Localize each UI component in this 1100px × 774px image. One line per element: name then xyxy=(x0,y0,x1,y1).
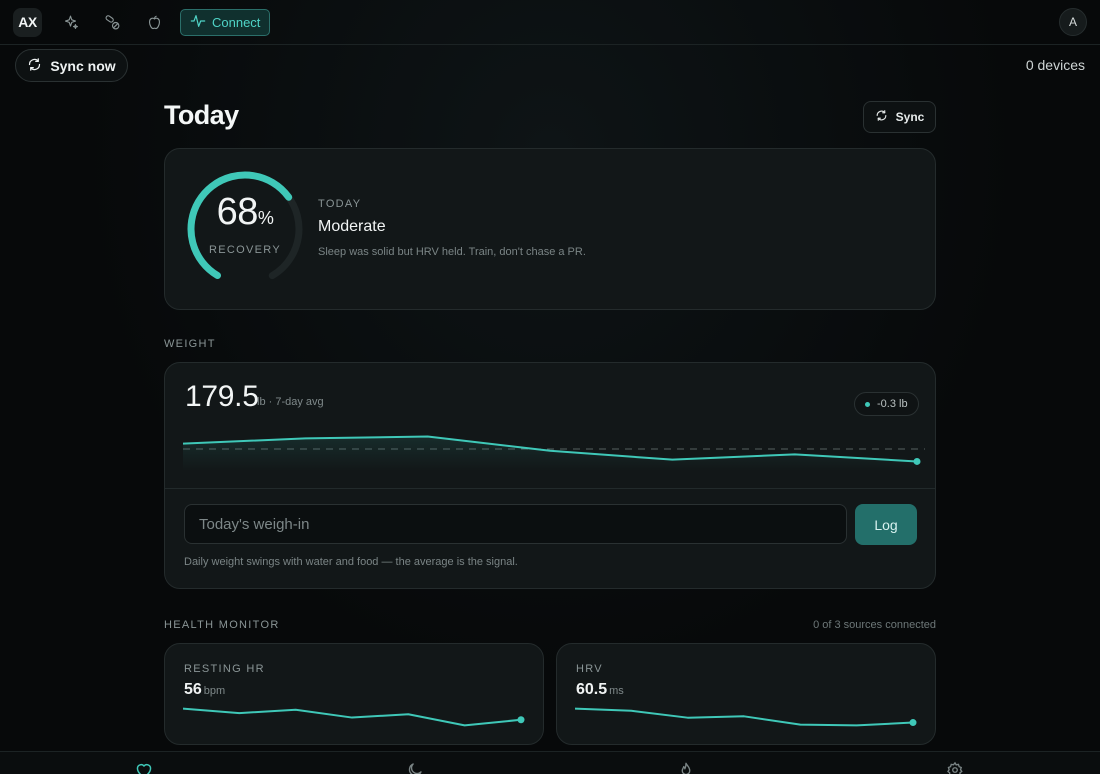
apple-icon[interactable] xyxy=(140,8,168,36)
sync-now-button[interactable]: Sync now xyxy=(15,49,128,82)
recovery-value: 68% xyxy=(216,191,274,233)
weight-card: 179.5 lb · 7-day avg -0.3 lb Log Daily w… xyxy=(164,362,936,589)
pills-icon[interactable] xyxy=(98,8,126,36)
hrv-card[interactable]: HRV 60.5 ms xyxy=(556,643,936,745)
weight-delta-badge: -0.3 lb xyxy=(854,392,919,416)
health-section-label: HEALTH MONITOR xyxy=(164,619,280,631)
weigh-in-input[interactable] xyxy=(184,504,847,544)
hrv-sparkline xyxy=(575,707,917,727)
delta-dot xyxy=(865,401,870,407)
recovery-card: 68% RECOVERY TODAY Moderate Sleep was so… xyxy=(164,148,936,310)
recovery-note: Sleep was solid but HRV held. Train, don… xyxy=(318,246,586,258)
gear-icon[interactable] xyxy=(944,761,966,774)
refresh-icon xyxy=(27,57,42,75)
bottom-tab-bar xyxy=(0,751,1100,774)
moon-icon[interactable] xyxy=(404,761,426,774)
resting-hr-card[interactable]: RESTING HR 56 bpm xyxy=(164,643,544,745)
weight-value: 179.5 xyxy=(185,380,259,413)
metric-value: 56 bpm xyxy=(184,681,226,698)
heart-icon[interactable] xyxy=(133,761,155,774)
trend-point xyxy=(909,719,917,727)
weight-trend-chart xyxy=(183,435,925,471)
trend-line xyxy=(575,707,914,727)
weight-unit: lb · 7-day avg xyxy=(257,396,324,408)
delta-value: -0.3 lb xyxy=(877,398,908,410)
divider xyxy=(165,488,935,489)
connect-button[interactable]: Connect xyxy=(180,8,271,36)
connect-label: Connect xyxy=(212,14,261,30)
devices-count: 0 devices xyxy=(1025,57,1085,73)
weight-section-label: WEIGHT xyxy=(164,338,216,350)
page-title: Today xyxy=(164,100,239,130)
metric-label: HRV xyxy=(576,663,603,675)
sync-label: Sync xyxy=(895,110,925,124)
sync-button[interactable]: Sync xyxy=(863,101,936,133)
trend-line xyxy=(183,707,522,727)
trend-area xyxy=(183,436,917,471)
sync-now-label: Sync now xyxy=(50,57,116,74)
refresh-icon xyxy=(875,109,888,125)
recovery-label: RECOVERY xyxy=(209,244,281,256)
trend-point xyxy=(517,716,525,724)
pulse-icon xyxy=(190,13,206,32)
sources-count: 0 of 3 sources connected xyxy=(813,619,936,631)
metric-value: 60.5 ms xyxy=(576,681,624,698)
sparkles-icon[interactable] xyxy=(56,8,84,36)
avatar[interactable]: A xyxy=(1059,8,1087,36)
trend-point xyxy=(913,457,921,465)
flame-icon[interactable] xyxy=(675,761,697,774)
recovery-kicker: TODAY xyxy=(318,198,362,210)
resting-hr-sparkline xyxy=(183,707,525,727)
top-bar: AX Connect A xyxy=(0,0,1100,45)
metric-label: RESTING HR xyxy=(184,663,265,675)
weight-note: Daily weight swings with water and food … xyxy=(184,556,518,568)
recovery-status: Moderate xyxy=(318,218,386,235)
app-logo[interactable]: AX xyxy=(13,7,42,37)
log-button[interactable]: Log xyxy=(855,504,917,545)
